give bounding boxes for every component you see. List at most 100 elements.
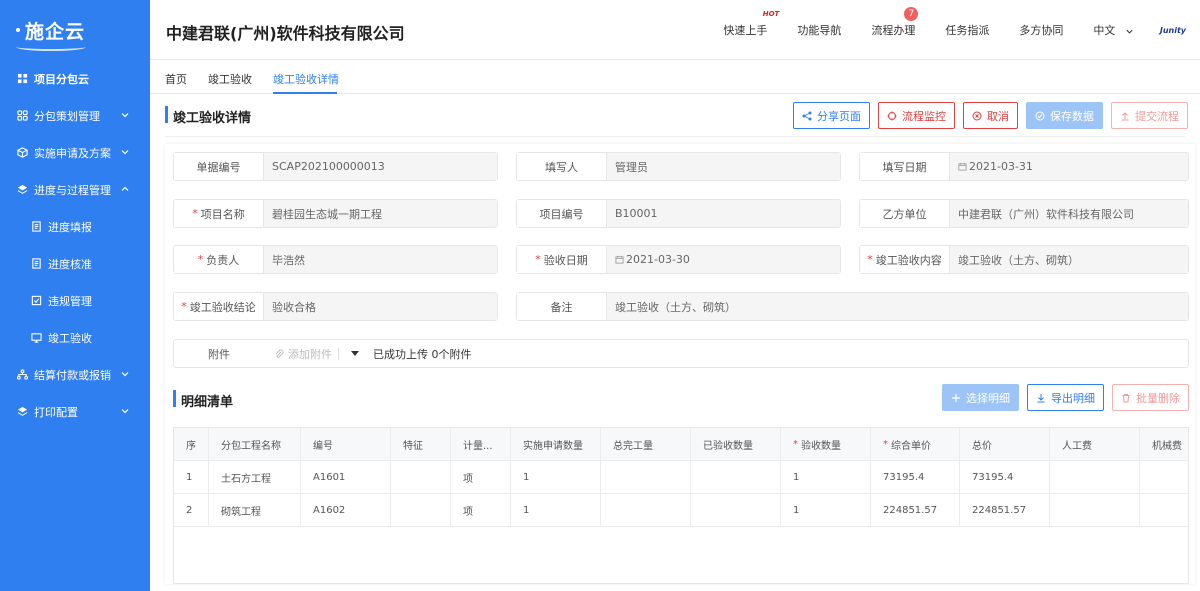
detail-table: 序 分包工程名称 编号 特征 计量... 实施申请数量 总完工量 已验收数量 *… [173,427,1189,584]
cell-unit-price[interactable]: 224851.57 [871,494,960,527]
language-select[interactable]: 中文 [1093,22,1134,38]
col-accepted: 已验收数量 [691,428,781,461]
select-detail-label: 选择明细 [966,392,1010,405]
project-no-label: 项目编号 [517,200,607,227]
project-name-field[interactable]: * 项目名称 碧桂园生态城一期工程 [173,199,498,228]
logo[interactable]: 施企云 [0,0,150,60]
cell-unit-price[interactable]: 73195.4 [871,461,960,494]
sidebar-item-label: 进度与过程管理 [34,183,111,197]
sidebar-item-project-cloud[interactable]: 项目分包云 [0,60,150,97]
cell-machine [1140,461,1188,494]
col-index: 序 [174,428,209,461]
target-icon [887,111,897,120]
close-circle-icon [972,111,982,120]
main-content: 竣工验收详情 分享页面 流程监控 取消 保存数据 提交流程 单据编号 SCAP2… [150,94,1200,591]
submit-process-button[interactable]: 提交流程 [1111,102,1188,129]
sidebar-item-violation[interactable]: 违规管理 [0,282,150,319]
caret-down-icon[interactable] [351,351,359,356]
fill-date-field: 填写日期 2021-03-31 [859,152,1189,181]
select-detail-button[interactable]: 选择明细 [942,384,1019,411]
batch-delete-button[interactable]: 批量删除 [1112,384,1189,411]
share-page-label: 分享页面 [817,110,861,123]
col-labor: 人工费 [1050,428,1140,461]
layers-icon [16,184,28,196]
cell-name: 土石方工程 [209,461,301,494]
task-assign-link[interactable]: 任务指派 [945,22,989,38]
chevron-down-icon [121,409,129,414]
feature-nav-link[interactable]: 功能导航 [797,22,841,38]
col-feature: 特征 [391,428,451,461]
check-circle-icon [1035,111,1045,120]
sidebar-item-label: 竣工验收 [48,331,92,345]
tab-completion-detail[interactable]: 竣工验收详情 [273,71,339,87]
table-row[interactable]: 1 土石方工程 A1601 项 1 1 73195.4 73195.4 [174,461,1188,494]
owner-field[interactable]: * 负责人 毕浩然 [173,245,498,274]
cell-total-price: 224851.57 [960,494,1050,527]
workflow-label: 流程办理 [871,24,916,37]
sidebar-item-progress-approval[interactable]: 进度核准 [0,245,150,282]
sidebar-item-settlement[interactable]: 结算付款或报销 [0,356,150,393]
accept-date-field[interactable]: * 验收日期 2021-03-30 [516,245,841,274]
sidebar-item-progress[interactable]: 进度与过程管理 [0,171,150,208]
party-b-field: 乙方单位 中建君联（广州）软件科技有限公司 [859,199,1189,228]
collab-link[interactable]: 多方协同 [1019,22,1063,38]
doc-icon [30,258,42,270]
sidebar-item-subcontract-planning[interactable]: 分包策划管理 [0,97,150,134]
sidebar-item-label: 违规管理 [48,294,92,308]
sidebar-item-progress-report[interactable]: 进度填报 [0,208,150,245]
batch-delete-label: 批量删除 [1136,392,1180,405]
monitor-icon [30,332,42,344]
process-monitor-button[interactable]: 流程监控 [878,102,955,129]
cancel-label: 取消 [987,110,1009,123]
cell-code: A1601 [301,461,391,494]
workflow-link[interactable]: 流程办理 7 [871,7,919,38]
cell-accept-qty[interactable]: 1 [781,494,871,527]
table-row[interactable]: 2 砌筑工程 A1602 项 1 1 224851.57 224851.57 [174,494,1188,527]
cell-accept-qty[interactable]: 1 [781,461,871,494]
col-unit-price: * 综合单价 [871,428,960,461]
sidebar-item-label: 结算付款或报销 [34,368,111,382]
cancel-button[interactable]: 取消 [963,102,1018,129]
chevron-down-icon [1126,29,1133,34]
process-monitor-label: 流程监控 [902,110,946,123]
remark-field[interactable]: 备注 竣工验收（土方、砌筑） [516,292,1189,321]
project-no-field: 项目编号 B10001 [516,199,841,228]
sidebar-item-implementation[interactable]: 实施申请及方案 [0,134,150,171]
attachment-row: 附件 添加附件 已成功上传 0个附件 [173,339,1189,368]
content-field[interactable]: * 竣工验收内容 竣工验收（土方、砌筑） [859,245,1189,274]
cell-accepted [691,461,781,494]
conclusion-field[interactable]: * 竣工验收结论 验收合格 [173,292,498,321]
cell-total-done [601,461,691,494]
required-mark: * [867,253,873,266]
cell-code: A1602 [301,494,391,527]
export-detail-button[interactable]: 导出明细 [1027,384,1104,411]
page-title: 竣工验收详情 [173,111,252,126]
apps-icon [16,110,28,122]
sidebar-item-label: 项目分包云 [34,72,89,86]
quick-start-link[interactable]: 快速上手 HOT [723,10,779,38]
attachment-separator [338,347,339,360]
owner-label: 负责人 [206,253,240,267]
sidebar-item-print-config[interactable]: 打印配置 [0,393,150,430]
top-nav: 快速上手 HOT 功能导航 流程办理 7 任务指派 多方协同 中文 Junity [693,0,1200,60]
download-icon [1037,393,1045,402]
share-page-button[interactable]: 分享页面 [793,102,870,129]
accept-date-label: 验收日期 [543,253,588,267]
calendar-icon [958,162,967,171]
col-machine: 机械费 [1140,428,1188,461]
title-accent-bar [165,106,168,123]
add-attachment-button[interactable]: 添加附件 [274,346,332,362]
attachment-status: 已成功上传 0个附件 [373,347,472,361]
upload-icon [1121,111,1129,120]
header: 中建君联(广州)软件科技有限公司 快速上手 HOT 功能导航 流程办理 7 任务… [150,0,1200,60]
col-name: 分包工程名称 [209,428,301,461]
project-no-value: B10001 [607,200,840,227]
hot-badge: HOT [762,10,780,18]
tab-completion[interactable]: 竣工验收 [208,71,252,87]
sidebar-item-completion[interactable]: 竣工验收 [0,319,150,356]
cell-total-done [601,494,691,527]
submit-process-label: 提交流程 [1135,110,1179,123]
tab-home[interactable]: 首页 [165,71,187,87]
sidebar-item-label: 进度填报 [48,220,92,234]
save-data-button[interactable]: 保存数据 [1026,102,1103,129]
